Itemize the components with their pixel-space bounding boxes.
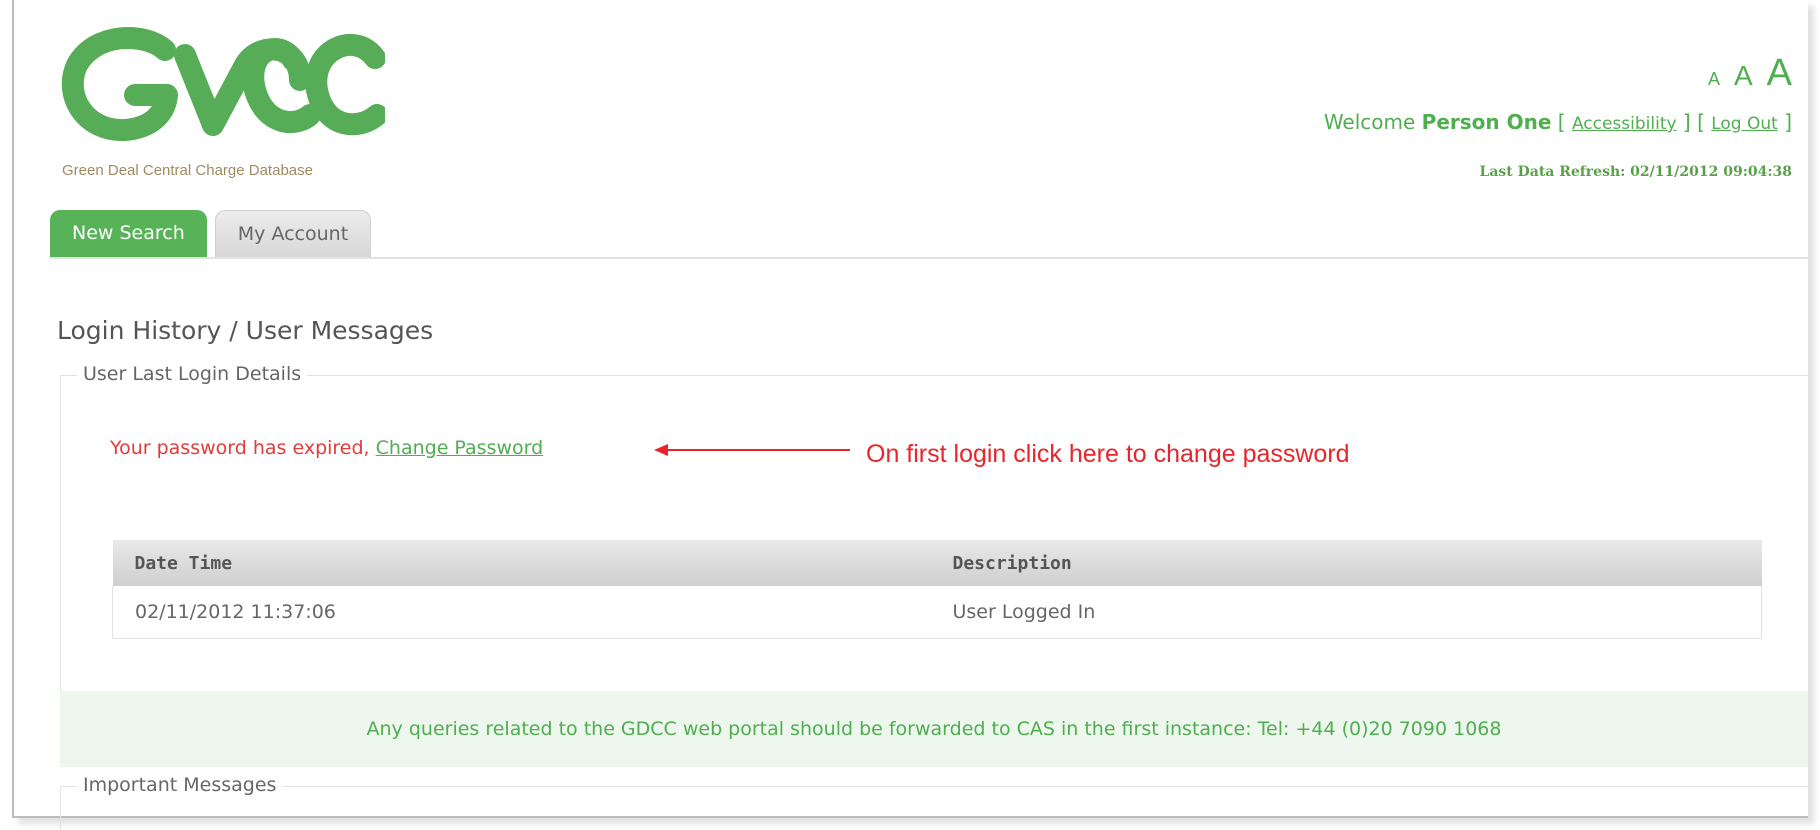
gdcc-logo-icon [61, 27, 385, 141]
welcome-bar: Welcome Person One [ Accessibility ] [ L… [1324, 110, 1792, 134]
logout-link[interactable]: Log Out [1711, 114, 1778, 134]
bracket-open: [ [1557, 110, 1566, 134]
font-size-large-button[interactable]: A [1767, 52, 1792, 95]
table-header-row: Date Time Description [112, 540, 1762, 586]
important-messages-fieldset: Important Messages [60, 774, 1808, 830]
annotation-arrow-icon [654, 444, 850, 456]
support-notice: Any queries related to the GDCC web port… [60, 691, 1808, 767]
column-header-description: Description [930, 540, 1762, 586]
annotation-text: On first login click here to change pass… [866, 440, 1350, 468]
table-row: 02/11/2012 11:37:06 User Logged In [112, 586, 1762, 639]
font-size-small-button[interactable]: A [1708, 69, 1720, 90]
user-name: Person One [1421, 110, 1552, 134]
login-history-table: Date Time Description 02/11/2012 11:37:0… [112, 540, 1762, 639]
login-details-legend: User Last Login Details [77, 363, 308, 385]
font-size-medium-button[interactable]: A [1734, 60, 1753, 92]
password-expired-text: Your password has expired, [110, 437, 370, 459]
main-tabs: New Search My Account [50, 210, 372, 258]
change-password-link[interactable]: Change Password [376, 437, 544, 459]
password-expired-message: Your password has expired, Change Passwo… [110, 437, 543, 459]
important-messages-legend: Important Messages [77, 774, 283, 796]
column-header-date-time: Date Time [112, 540, 931, 586]
welcome-prefix: Welcome [1323, 110, 1416, 134]
tab-divider [50, 257, 1808, 259]
tab-my-account[interactable]: My Account [214, 210, 372, 258]
page-title: Login History / User Messages [57, 316, 434, 345]
cell-description: User Logged In [930, 586, 1762, 639]
bracket-close: ] [1784, 110, 1792, 134]
tab-new-search[interactable]: New Search [50, 210, 207, 258]
cell-date-time: 02/11/2012 11:37:06 [112, 586, 931, 639]
login-details-fieldset: User Last Login Details [60, 363, 1808, 693]
last-data-refresh: Last Data Refresh: 02/11/2012 09:04:38 [1479, 164, 1792, 180]
gdcc-logo[interactable] [55, 20, 385, 141]
accessibility-link[interactable]: Accessibility [1572, 114, 1677, 134]
font-size-controls: A A A [1708, 52, 1792, 95]
bracket-separator: ] [ [1682, 110, 1705, 134]
logo-tagline: Green Deal Central Charge Database [62, 162, 313, 179]
